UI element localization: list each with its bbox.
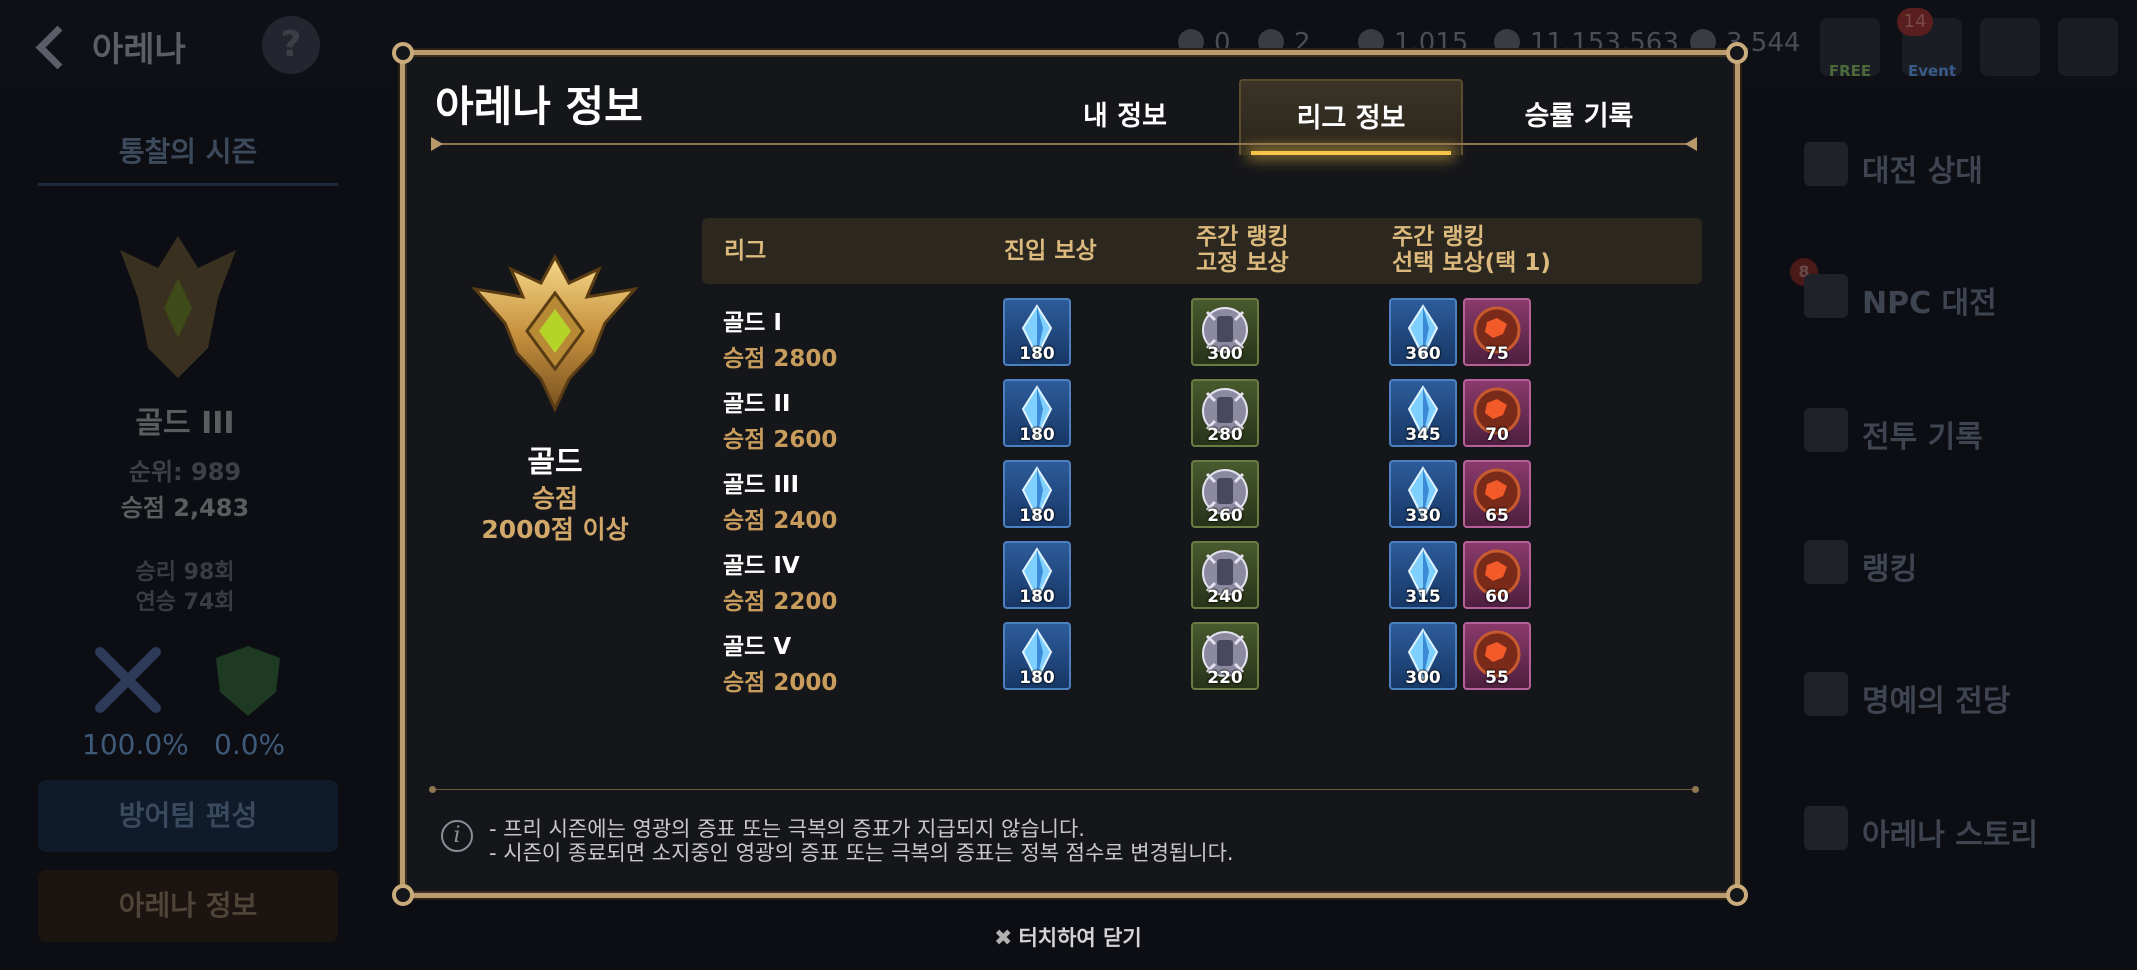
row-league-name: 골드 I (723, 310, 782, 336)
choice-reward-crystal[interactable]: 315 (1389, 541, 1457, 609)
menu-arena-story[interactable]: 아레나 스토리 (1770, 782, 2100, 878)
menu-hall-of-fame[interactable]: 명예의 전당 (1770, 648, 2100, 744)
chat-button[interactable] (1980, 18, 2040, 76)
arena-status-panel: 통찰의 시즌 골드 III 순위: 989 승점 2,483 승리 98회 연승… (28, 118, 342, 958)
fixed-reward-gauntlet[interactable]: 260 (1191, 460, 1259, 528)
league-name: 골드 (527, 445, 583, 480)
back-button[interactable] (28, 18, 88, 74)
close-hint[interactable]: ✖ 터치하여 닫기 (994, 922, 1142, 952)
row-league-name: 골드 IV (723, 553, 800, 579)
entry-reward-crystal[interactable]: 180 (1003, 541, 1071, 609)
fixed-reward-gauntlet[interactable]: 220 (1191, 622, 1259, 690)
defense-win-rate: 0.0% (214, 728, 286, 761)
choice-reward-token[interactable]: 75 (1463, 298, 1531, 366)
row-league-score: 승점 2200 (723, 589, 838, 615)
entry-reward-crystal[interactable]: 180 (1003, 622, 1071, 690)
league-emblem-icon (120, 236, 236, 378)
header-divider (431, 137, 1697, 151)
row-league-name: 골드 V (723, 634, 792, 660)
trophy-icon (1804, 540, 1848, 584)
frame-corner (1726, 42, 1748, 64)
rank-position: 순위: 989 (128, 458, 242, 486)
menu-grid-button[interactable] (2058, 18, 2118, 76)
rewards-table-header: 리그 진입 보상 주간 랭킹 고정 보상 주간 랭킹 선택 보상(택 1) (702, 218, 1702, 284)
row-league-name: 골드 III (723, 472, 800, 498)
menu-battle-log[interactable]: 전투 기록 (1770, 384, 2100, 480)
mail-badge: 14 (1897, 8, 1933, 36)
column-weekly-choice-line1: 주간 랭킹 (1392, 224, 1485, 250)
frame-corner (1726, 884, 1748, 906)
footer-divider (429, 786, 1699, 793)
notice-line-2: - 시즌이 종료되면 소지중인 영광의 증표 또는 극복의 증표는 정복 점수로… (489, 841, 1234, 865)
column-league: 리그 (724, 238, 767, 264)
close-icon: ✖ (994, 926, 1013, 951)
attack-win-rate: 100.0% (82, 728, 189, 761)
dialog-title: 아레나 정보 (435, 82, 643, 131)
arena-menu: 대전 상대 8 NPC 대전 전투 기록 랭킹 명예의 전당 아레나 스토리 (1770, 118, 2110, 958)
screen-title: 아레나 (92, 30, 186, 70)
menu-npc-battle[interactable]: 8 NPC 대전 (1770, 250, 2100, 346)
column-weekly-fixed-line1: 주간 랭킹 (1196, 224, 1289, 250)
fixed-reward-gauntlet[interactable]: 240 (1191, 541, 1259, 609)
entry-reward-crystal[interactable]: 180 (1003, 298, 1071, 366)
column-weekly-choice-line2: 선택 보상(택 1) (1392, 250, 1551, 276)
crossed-swords-icon (1804, 142, 1848, 186)
fixed-reward-gauntlet[interactable]: 300 (1191, 298, 1259, 366)
choice-reward-crystal[interactable]: 345 (1389, 379, 1457, 447)
choice-reward-token[interactable]: 55 (1463, 622, 1531, 690)
clipboard-icon (1804, 408, 1848, 452)
column-entry-reward: 진입 보상 (1004, 238, 1097, 264)
choice-reward-crystal[interactable]: 330 (1389, 460, 1457, 528)
choice-reward-crystal[interactable]: 360 (1389, 298, 1457, 366)
rank-tier: 골드 III (135, 406, 235, 441)
choice-reward-token[interactable]: 70 (1463, 379, 1531, 447)
row-league-score: 승점 2000 (723, 670, 838, 696)
info-icon: i (441, 820, 473, 852)
row-league-score: 승점 2800 (723, 346, 838, 372)
entry-reward-crystal[interactable]: 180 (1003, 460, 1071, 528)
frame-corner (392, 884, 414, 906)
shield-icon (216, 646, 280, 716)
column-weekly-fixed-line2: 고정 보상 (1196, 250, 1289, 276)
win-streak: 연승 74회 (135, 590, 235, 615)
menu-ranking[interactable]: 랭킹 (1770, 516, 2100, 612)
rank-score: 승점 2,483 (120, 494, 250, 522)
defense-team-button[interactable]: 방어팀 편성 (38, 780, 338, 852)
choice-reward-token[interactable]: 65 (1463, 460, 1531, 528)
season-label: 통찰의 시즌 (38, 118, 338, 186)
free-shop-button[interactable]: FREE (1820, 18, 1880, 80)
fixed-reward-gauntlet[interactable]: 280 (1191, 379, 1259, 447)
league-requirement-value: 2000점 이상 (481, 515, 629, 544)
row-league-name: 골드 II (723, 391, 791, 417)
laurel-icon (1804, 672, 1848, 716)
choice-reward-crystal[interactable]: 300 (1389, 622, 1457, 690)
wins-count: 승리 98회 (135, 560, 235, 585)
choice-reward-token[interactable]: 60 (1463, 541, 1531, 609)
frame-corner (392, 42, 414, 64)
scroll-icon (1804, 806, 1848, 850)
entry-reward-crystal[interactable]: 180 (1003, 379, 1071, 447)
row-league-score: 승점 2600 (723, 427, 838, 453)
menu-opponents[interactable]: 대전 상대 (1770, 118, 2100, 214)
row-league-score: 승점 2400 (723, 508, 838, 534)
help-icon[interactable]: ? (262, 16, 320, 74)
swords-icon (95, 647, 161, 713)
gold-league-emblem-icon (471, 253, 639, 413)
npc-icon (1804, 274, 1848, 318)
arena-info-dialog: 아레나 정보 내 정보 리그 정보 승률 기록 골드 승점 2000점 이상 리… (392, 42, 1748, 906)
arena-info-button[interactable]: 아레나 정보 (38, 870, 338, 942)
